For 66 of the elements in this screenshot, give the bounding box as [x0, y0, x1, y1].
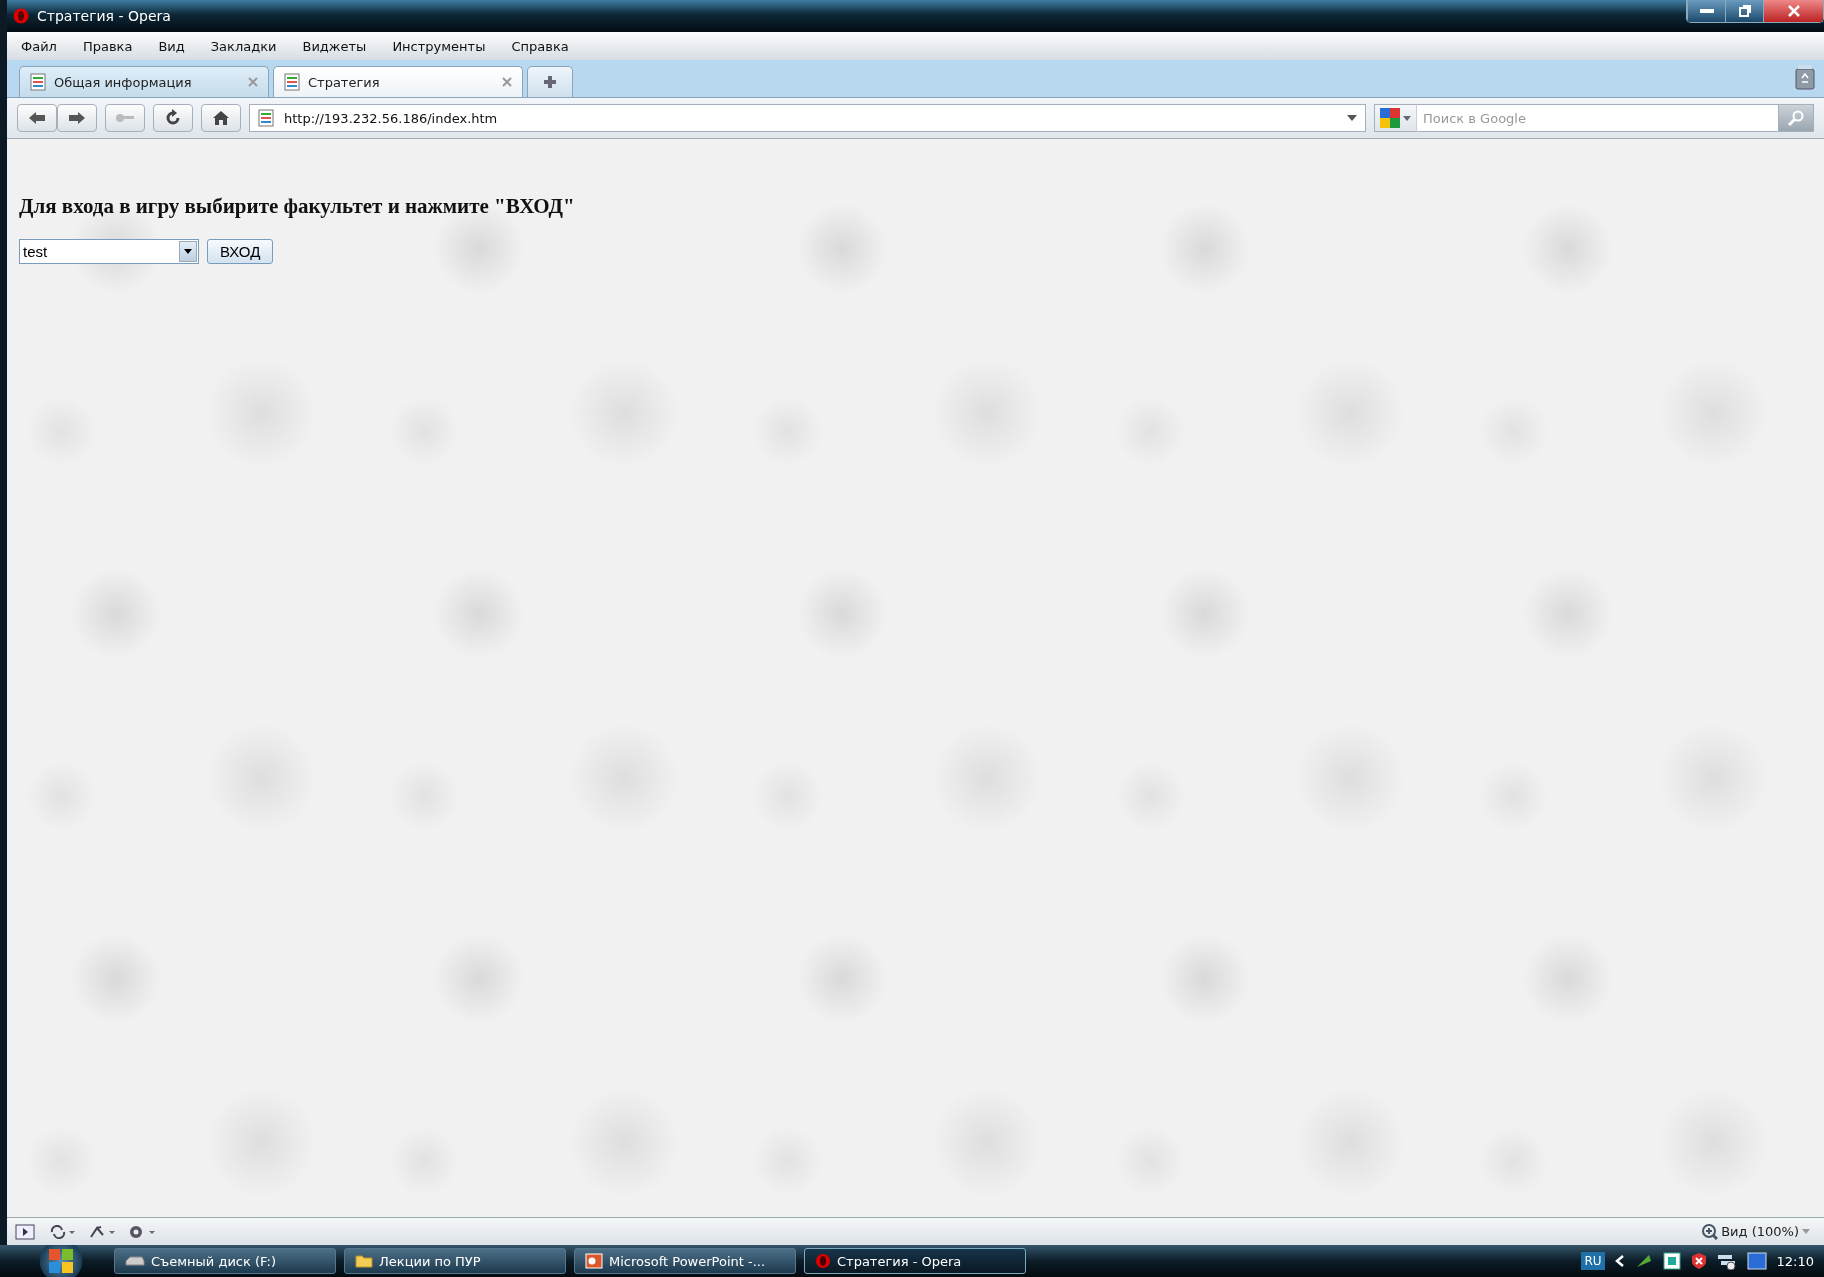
browser-logo-icon: [13, 8, 29, 24]
close-icon: [1787, 5, 1800, 17]
home-button[interactable]: [201, 104, 241, 132]
reload-icon: [164, 109, 182, 127]
windows-logo-icon: [47, 1247, 75, 1275]
key-icon: [115, 113, 135, 123]
tab[interactable]: Стратегия: [273, 66, 523, 97]
drive-icon: [125, 1255, 145, 1267]
minimize-button[interactable]: [1687, 0, 1725, 22]
menu-item[interactable]: Закладки: [210, 38, 277, 54]
search-field[interactable]: Поиск в Google: [1417, 104, 1778, 132]
language-indicator[interactable]: RU: [1581, 1252, 1605, 1270]
search-engine-icon: [1380, 108, 1400, 128]
forward-button[interactable]: [57, 104, 97, 132]
chevron-left-icon[interactable]: [1614, 1255, 1625, 1267]
close-icon[interactable]: [502, 77, 512, 87]
taskbar-button[interactable]: Лекции по ПУР: [344, 1248, 566, 1274]
taskbar-button[interactable]: Microsoft PowerPoint -...: [574, 1248, 796, 1274]
page-heading: Для входа в игру выбирите факультет и нажмите "ВХОД": [19, 194, 576, 219]
search-icon: [1788, 110, 1804, 126]
new-tab-button[interactable]: [527, 66, 573, 97]
restore-button[interactable]: [1725, 0, 1763, 22]
home-icon: [212, 110, 230, 126]
menu-item[interactable]: Вид: [158, 38, 185, 54]
menu-item[interactable]: Инструменты: [392, 38, 486, 54]
folder-icon: [355, 1254, 373, 1268]
reload-button[interactable]: [153, 104, 193, 132]
menu-item[interactable]: Виджеты: [302, 38, 367, 54]
close-button[interactable]: [1763, 0, 1823, 22]
page-icon: [30, 73, 46, 91]
zoom-icon: [1702, 1223, 1719, 1240]
menu-item[interactable]: Правка: [82, 38, 133, 54]
caret-icon: [1802, 1229, 1810, 1234]
tab[interactable]: Общая информация: [19, 66, 269, 97]
forward-arrow-icon: [68, 111, 86, 125]
page-icon: [284, 73, 300, 91]
address-text: http://193.232.56.186/index.htm: [284, 110, 499, 126]
panel-toggle-icon[interactable]: [15, 1223, 35, 1240]
plus-icon: [543, 75, 557, 89]
clock: 12:10: [1776, 1253, 1814, 1269]
network-computer-icon[interactable]: [1716, 1252, 1737, 1270]
back-button[interactable]: [17, 104, 57, 132]
page-icon: [258, 109, 274, 127]
presentation-icon: [585, 1253, 603, 1269]
tab-label: Общая информация: [54, 74, 193, 90]
window-title: Стратегия - Opera: [37, 8, 171, 24]
shield-icon[interactable]: [1690, 1252, 1707, 1270]
menu-item[interactable]: Справка: [511, 38, 569, 54]
zoom-button[interactable]: Вид (100%): [1696, 1222, 1816, 1241]
sync-icon[interactable]: [49, 1224, 75, 1239]
address-field[interactable]: http://193.232.56.186/index.htm: [249, 104, 1366, 132]
caret-icon: [184, 249, 192, 254]
restore-icon: [1738, 5, 1751, 17]
taskbar-button[interactable]: Стратегия - Opera: [804, 1248, 1026, 1274]
taskbar-button[interactable]: Съемный диск (F:): [114, 1248, 336, 1274]
faculty-select[interactable]: test: [19, 239, 199, 264]
tab-label: Стратегия: [308, 74, 381, 90]
caret-icon: [1403, 115, 1411, 121]
dropdown-icon[interactable]: [1347, 115, 1357, 121]
browser-logo-icon: [815, 1253, 831, 1269]
monitor-icon[interactable]: [1746, 1252, 1767, 1270]
back-arrow-icon: [28, 111, 46, 125]
minimize-icon: [1699, 9, 1714, 13]
login-button[interactable]: ВХОД: [207, 239, 274, 264]
search-engine-button[interactable]: [1374, 104, 1417, 132]
menu-item[interactable]: Файл: [21, 38, 57, 54]
